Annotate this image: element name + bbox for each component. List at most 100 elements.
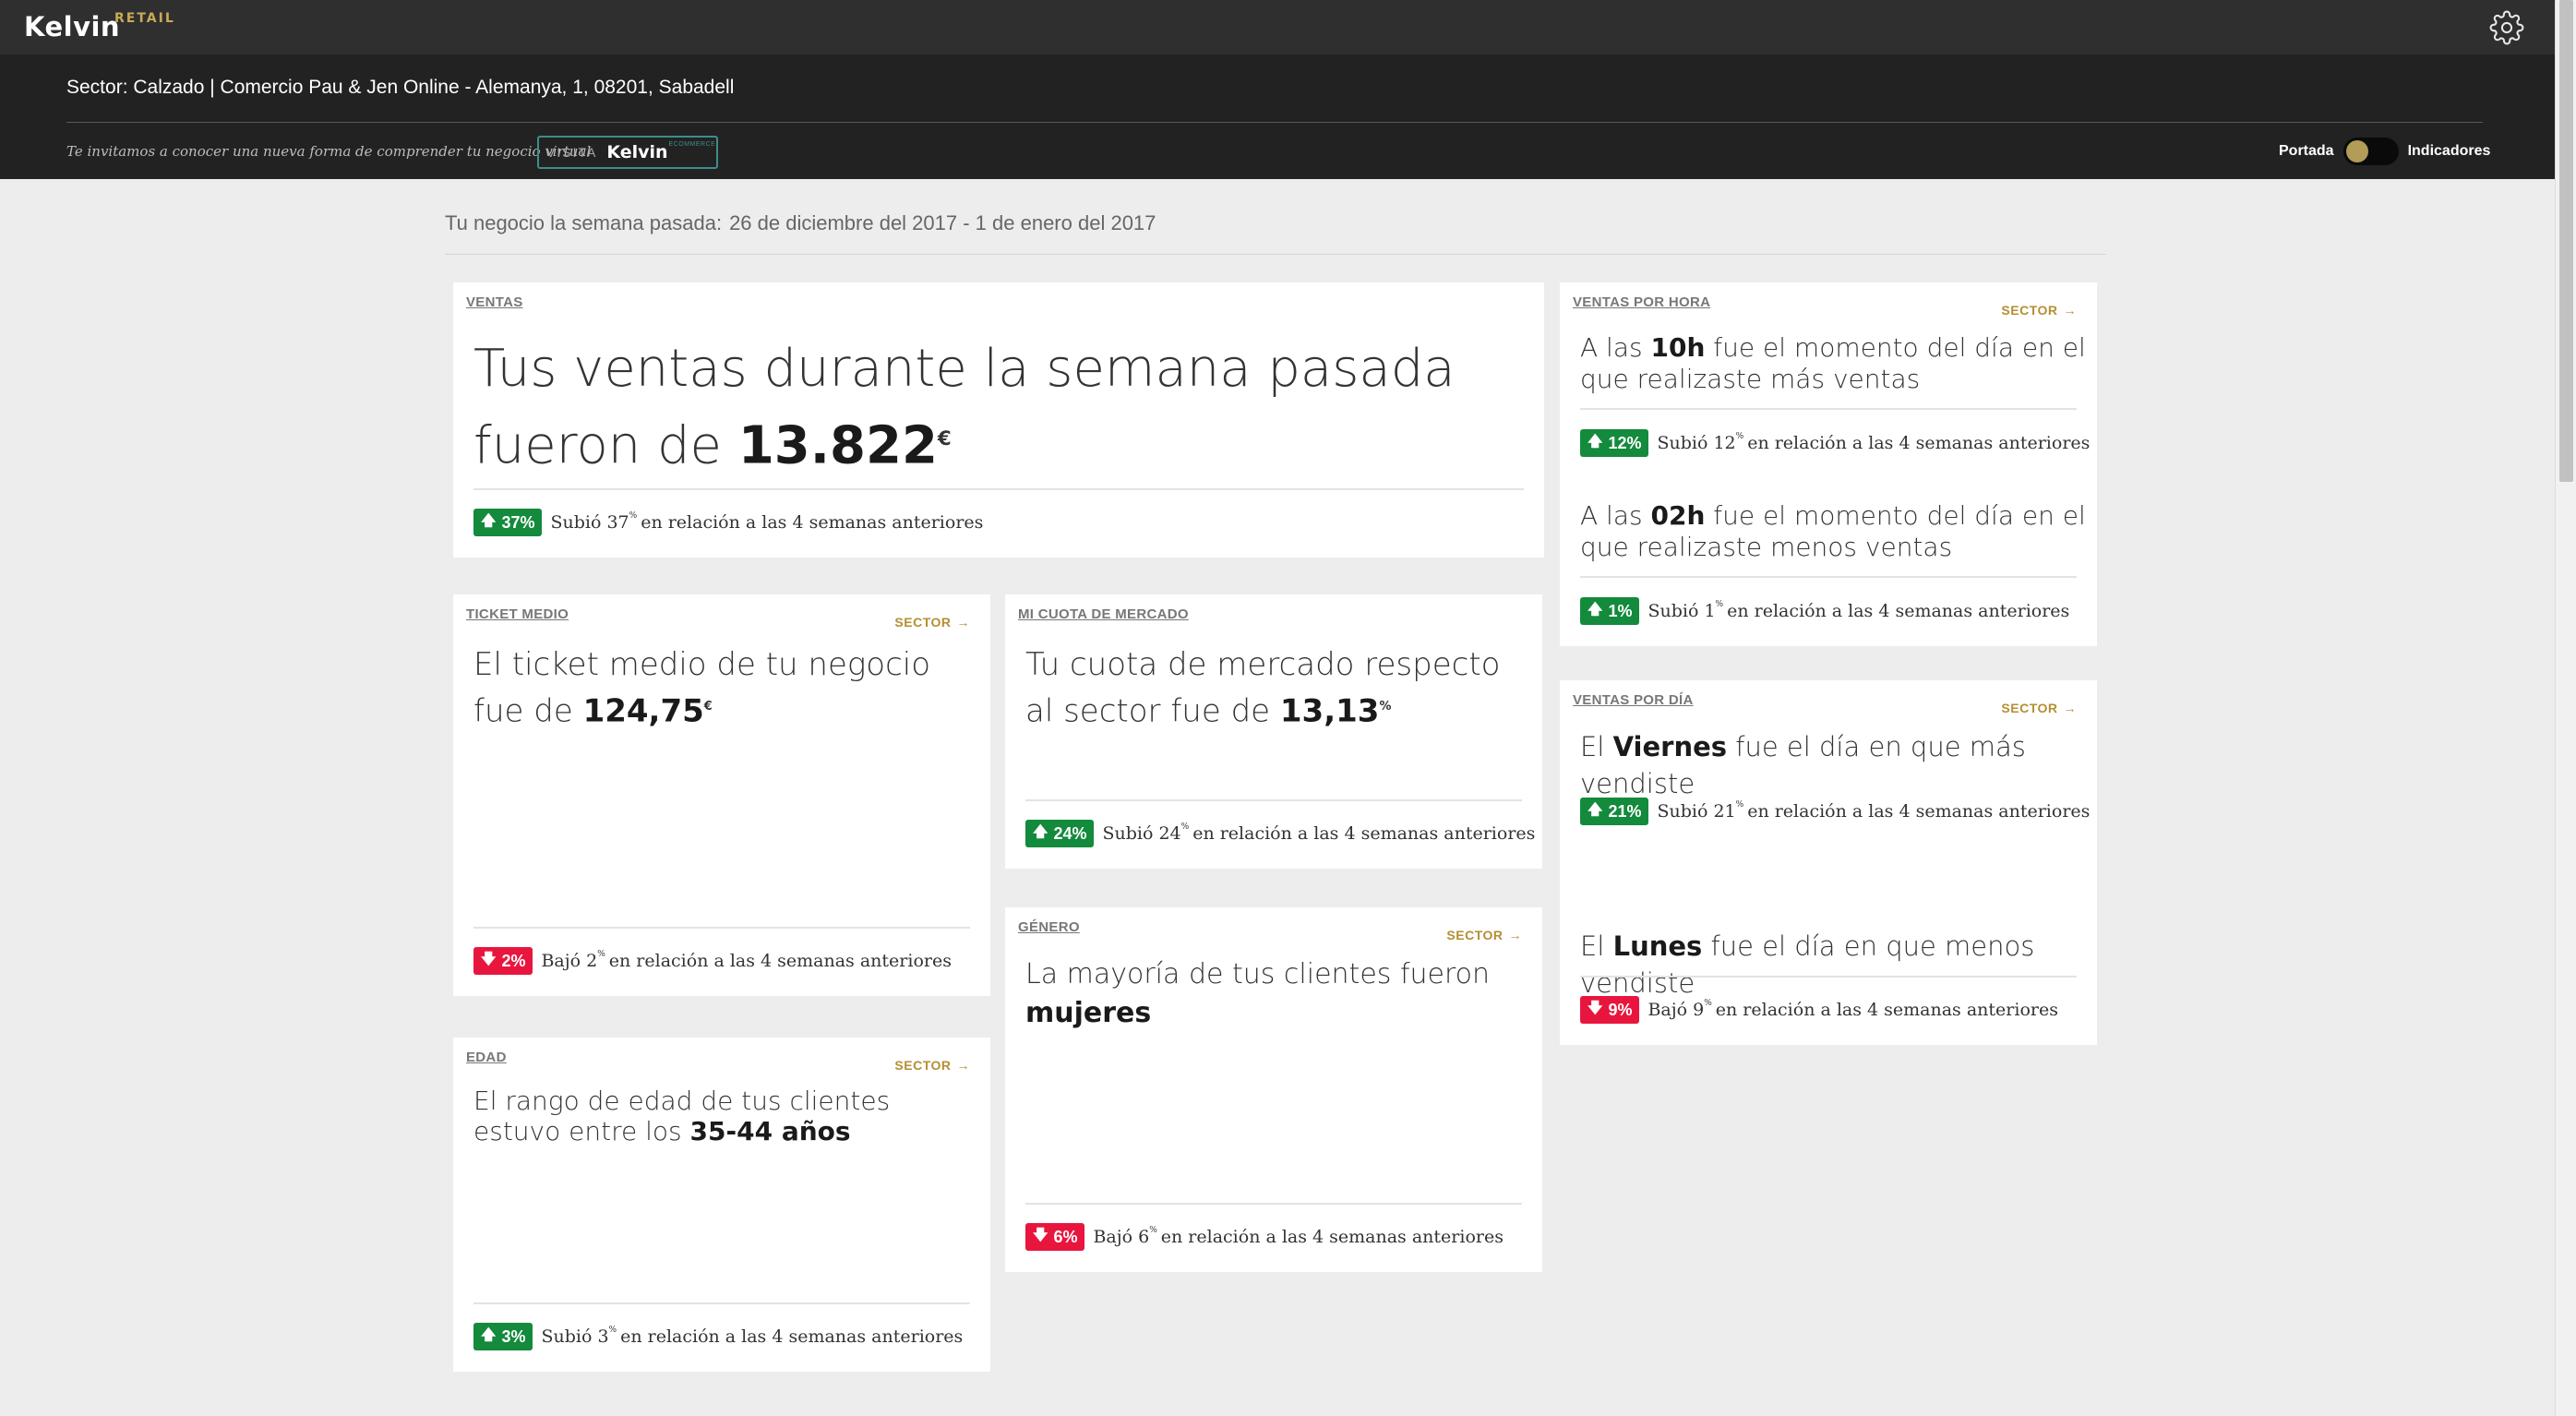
edad-value: 35-44 años bbox=[689, 1116, 851, 1146]
trend-badge-up: 🡅 12% bbox=[1580, 429, 1649, 457]
change-text-suffix: en relación a las 4 semanas anteriores bbox=[1160, 1227, 1504, 1247]
brand-logo[interactable]: Kelvin bbox=[24, 11, 120, 42]
dia-max-headline: El Viernes fue el día en que más vendist… bbox=[1580, 728, 2088, 802]
trend-badge-up: 🡅 37% bbox=[473, 509, 543, 536]
scrollbar-thumb[interactable] bbox=[2559, 0, 2573, 482]
card-divider bbox=[473, 1302, 970, 1304]
arrow-up-icon: 🡅 bbox=[1588, 801, 1603, 818]
view-switch[interactable] bbox=[2342, 138, 2399, 165]
badge-value: 6% bbox=[1053, 1227, 1078, 1246]
trend-badge-up: 🡅 21% bbox=[1580, 798, 1649, 825]
ventas-unit: € bbox=[937, 427, 952, 450]
badge-value: 1% bbox=[1608, 601, 1633, 620]
sector-link[interactable]: SECTOR → bbox=[2001, 303, 2077, 318]
toggle-label-indicadores[interactable]: Indicadores bbox=[2408, 143, 2491, 160]
dia-max-text: El bbox=[1580, 731, 1613, 762]
change-text: Bajó 9 bbox=[1647, 1000, 1705, 1020]
genero-value: mujeres bbox=[1025, 997, 1152, 1029]
ticket-change: 🡇 2% Bajó 2% en relación a las 4 semanas … bbox=[473, 947, 952, 975]
arrow-down-icon: 🡇 bbox=[481, 951, 497, 967]
arrow-up-icon: 🡅 bbox=[481, 1326, 497, 1343]
change-text: Subió 12 bbox=[1657, 433, 1736, 453]
arrow-up-icon: 🡅 bbox=[481, 512, 497, 529]
dia-min-text: El bbox=[1580, 930, 1613, 962]
badge-value: 9% bbox=[1608, 1000, 1633, 1019]
change-text: Subió 3 bbox=[541, 1326, 609, 1347]
card-divider bbox=[1580, 576, 2077, 578]
sector-link[interactable]: SECTOR → bbox=[894, 615, 970, 630]
dia-max-change: 🡅 21% Subió 21% en relación a las 4 seman… bbox=[1580, 798, 2090, 825]
card-tab-ventas-por-dia[interactable]: VENTAS POR DÍA bbox=[1560, 680, 1707, 713]
hora-min-text: A las bbox=[1580, 500, 1651, 531]
arrow-right-icon: → bbox=[956, 615, 970, 630]
card-tab-edad[interactable]: EDAD bbox=[453, 1038, 520, 1070]
change-text-suffix: en relación a las 4 semanas anteriores bbox=[620, 1326, 964, 1347]
view-toggle: Portada Indicadores bbox=[2279, 136, 2490, 167]
ticket-unit: € bbox=[703, 700, 713, 714]
sector-link[interactable]: SECTOR → bbox=[2001, 701, 2077, 715]
trend-badge-down: 🡇 2% bbox=[473, 947, 533, 975]
sector-link[interactable]: SECTOR → bbox=[1446, 928, 1522, 942]
hora-max-change: 🡅 12% Subió 12% en relación a las 4 seman… bbox=[1580, 429, 2090, 457]
card-divider bbox=[1025, 799, 1522, 801]
card-divider bbox=[1580, 976, 2077, 978]
change-percent-sign: % bbox=[1715, 600, 1724, 609]
week-label: Tu negocio la semana pasada: bbox=[445, 211, 723, 234]
dia-min-value: Lunes bbox=[1612, 930, 1703, 962]
genero-headline: La mayoría de tus clientes fueron mujere… bbox=[1025, 955, 1533, 1033]
card-divider bbox=[473, 927, 970, 929]
cuota-value: 13,13 bbox=[1279, 692, 1380, 730]
ventas-change: 🡅 37% Subió 37% en relación a las 4 seman… bbox=[473, 509, 983, 536]
sector-info: Sector: Calzado | Comercio Pau & Jen Onl… bbox=[66, 77, 735, 98]
change-text-suffix: en relación a las 4 semanas anteriores bbox=[1715, 1000, 2058, 1020]
card-tab-genero[interactable]: GÉNERO bbox=[1005, 907, 1093, 940]
genero-change: 🡇 6% Bajó 6% en relación a las 4 semanas … bbox=[1025, 1223, 1504, 1251]
sector-link-label: SECTOR bbox=[2001, 701, 2058, 715]
gear-icon[interactable] bbox=[2489, 10, 2524, 45]
cuota-text: Tu cuota de mercado respecto al sector f… bbox=[1025, 646, 1501, 730]
arrow-right-icon: → bbox=[2063, 701, 2077, 715]
card-genero: GÉNERO SECTOR → La mayoría de tus cliente… bbox=[1005, 907, 1542, 1272]
badge-value: 12% bbox=[1608, 433, 1642, 452]
hora-min-value: 02h bbox=[1650, 500, 1706, 531]
card-ventas: VENTAS Tus ventas durante la semana pasa… bbox=[453, 282, 1544, 558]
card-divider bbox=[1025, 1203, 1522, 1205]
hora-max-value: 10h bbox=[1650, 332, 1706, 363]
sector-link[interactable]: SECTOR → bbox=[894, 1058, 970, 1073]
trend-badge-up: 🡅 1% bbox=[1580, 597, 1640, 625]
arrow-down-icon: 🡇 bbox=[1033, 1227, 1048, 1243]
visit-ecommerce-button[interactable]: VISITA Kelvin ECOMMERCE bbox=[537, 136, 718, 169]
change-text-suffix: en relación a las 4 semanas anteriores bbox=[1727, 601, 2070, 621]
card-tab-ventas[interactable]: VENTAS bbox=[453, 282, 536, 315]
change-text: Bajó 2 bbox=[541, 951, 598, 971]
card-tab-ventas-por-hora[interactable]: VENTAS POR HORA bbox=[1560, 282, 1724, 315]
toggle-label-portada[interactable]: Portada bbox=[2279, 143, 2334, 160]
change-text: Bajó 6 bbox=[1093, 1227, 1150, 1247]
top-bar: Kelvin RETAIL bbox=[0, 0, 2555, 54]
card-ticket-medio: TICKET MEDIO SECTOR → El ticket medio de … bbox=[453, 594, 990, 996]
ventas-value: 13.822 bbox=[737, 415, 938, 476]
card-tab-ticket-medio[interactable]: TICKET MEDIO bbox=[453, 594, 582, 627]
sector-link-label: SECTOR bbox=[2001, 303, 2058, 318]
change-text-suffix: en relación a las 4 semanas anteriores bbox=[608, 951, 952, 971]
card-cuota-mercado: MI CUOTA DE MERCADO Tu cuota de mercado … bbox=[1005, 594, 1542, 869]
change-text: Subió 21 bbox=[1657, 801, 1736, 822]
card-tab-cuota-mercado[interactable]: MI CUOTA DE MERCADO bbox=[1005, 594, 1202, 627]
badge-value: 3% bbox=[501, 1326, 526, 1346]
change-text-suffix: en relación a las 4 semanas anteriores bbox=[1747, 801, 2091, 822]
brand-logo-suffix: RETAIL bbox=[114, 11, 175, 26]
ventas-headline: Tus ventas durante la semana pasada fuer… bbox=[473, 334, 1526, 482]
cuota-change: 🡅 24% Subió 24% en relación a las 4 seman… bbox=[1025, 820, 1535, 847]
arrow-up-icon: 🡅 bbox=[1588, 601, 1603, 618]
badge-value: 2% bbox=[501, 951, 526, 970]
hora-max-text: A las bbox=[1580, 332, 1651, 363]
arrow-right-icon: → bbox=[956, 1058, 970, 1073]
scrollbar[interactable] bbox=[2555, 0, 2576, 1416]
header-band: Sector: Calzado | Comercio Pau & Jen Onl… bbox=[0, 54, 2555, 179]
sector-link-label: SECTOR bbox=[1446, 928, 1504, 942]
dia-min-change: 🡇 9% Bajó 9% en relación a las 4 semanas … bbox=[1580, 996, 2058, 1024]
change-percent-sign: % bbox=[1735, 800, 1744, 810]
arrow-down-icon: 🡇 bbox=[1588, 1000, 1603, 1016]
dia-min-headline: El Lunes fue el día en que menos vendist… bbox=[1580, 928, 2088, 1002]
cuota-unit: % bbox=[1379, 700, 1392, 714]
